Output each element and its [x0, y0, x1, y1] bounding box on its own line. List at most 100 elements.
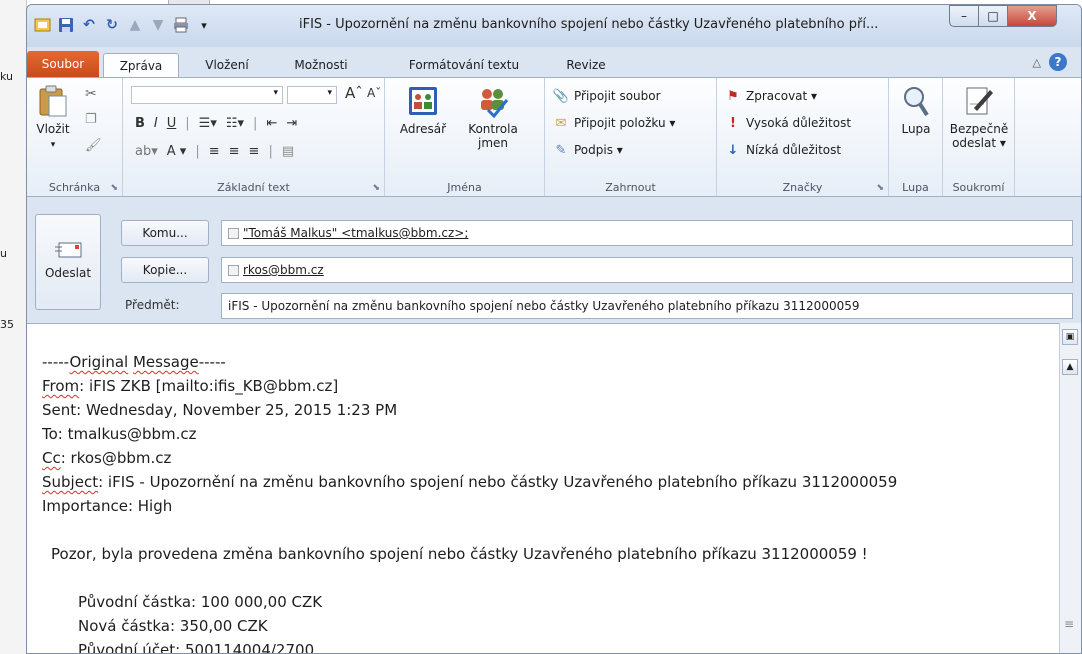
- paperclip-icon: 📎: [552, 88, 570, 104]
- format-row-2: ab▾ A ▾ | ≡ ≡ ≡ | ▤: [135, 144, 294, 159]
- magnifier-icon: [904, 87, 929, 117]
- tab-file[interactable]: Soubor: [27, 51, 99, 77]
- attach-file-button[interactable]: 📎 Připojit soubor: [553, 88, 661, 104]
- save-icon[interactable]: [56, 15, 76, 35]
- group-label-zoom: Lupa: [902, 181, 929, 194]
- scrollbar-grip-icon[interactable]: ≡: [1064, 617, 1074, 631]
- group-label-basic-text: Základní text: [217, 181, 290, 194]
- basic-text-launcher-icon[interactable]: ⬊: [372, 183, 380, 193]
- attach-file-label: Připojit soubor: [574, 89, 661, 103]
- body-line: Sent: Wednesday, November 25, 2015 1:23 …: [42, 401, 398, 419]
- up-arrow-icon[interactable]: ▲: [125, 15, 145, 35]
- outlook-app-icon[interactable]: [33, 15, 53, 35]
- group-include: 📎 Připojit soubor ✉ Připojit položku ▾ ✎…: [545, 78, 717, 196]
- customize-toolbar-icon[interactable]: ▾: [194, 15, 214, 35]
- print-icon[interactable]: [171, 15, 191, 35]
- underline-button[interactable]: U: [167, 116, 177, 131]
- address-book-button[interactable]: Adresář: [395, 84, 451, 136]
- ribbon-tabs: Soubor Zpráva Vložení Možnosti Formátová…: [27, 47, 1081, 77]
- message-body[interactable]: -----Original Message----- From: iFIS ZK…: [27, 323, 1059, 653]
- font-name-box[interactable]: ▾: [131, 86, 283, 104]
- tab-insert[interactable]: Vložení: [191, 53, 263, 77]
- zoom-button[interactable]: Lupa: [893, 84, 939, 136]
- tags-launcher-icon[interactable]: ⬊: [876, 183, 884, 193]
- check-names-button[interactable]: Kontrola jmen: [457, 84, 529, 150]
- check-names-icon: [481, 89, 509, 118]
- maximize-button[interactable]: □: [978, 5, 1008, 27]
- clipboard-launcher-icon[interactable]: ⬊: [110, 183, 118, 193]
- group-names: Adresář Kontrola jmen Jména: [385, 78, 545, 196]
- check-names-label-1: Kontrola: [468, 122, 518, 136]
- clear-formatting-icon[interactable]: ▤: [282, 144, 294, 159]
- follow-up-button[interactable]: ⚑ Zpracovat ▾: [725, 88, 817, 104]
- cc-field[interactable]: rkos@bbm.cz: [221, 257, 1073, 283]
- body-line: -----Original Message-----: [42, 353, 226, 371]
- grow-font-icon[interactable]: Aˆ: [345, 84, 363, 102]
- signature-label: Podpis ▾: [574, 143, 623, 157]
- scroll-up-icon[interactable]: ▲: [1062, 359, 1078, 375]
- group-privacy: Bezpečně odeslat ▾ Soukromí: [943, 78, 1015, 196]
- cut-icon[interactable]: ✂: [85, 86, 97, 102]
- message-text: -----Original Message----- From: iFIS ZK…: [42, 350, 897, 653]
- bold-button[interactable]: B: [135, 116, 145, 131]
- paste-button[interactable]: Vložit ▾: [31, 84, 75, 152]
- tab-format-text[interactable]: Formátování textu: [389, 53, 539, 77]
- align-left-icon[interactable]: ≡: [209, 144, 220, 159]
- check-names-label-2: jmen: [477, 136, 508, 150]
- background-text: u: [0, 247, 7, 260]
- attach-item-button[interactable]: ✉ Připojit položku ▾: [553, 115, 676, 131]
- subject-label: Předmět:: [125, 298, 180, 312]
- copy-icon[interactable]: ❐: [85, 112, 97, 127]
- to-recipient[interactable]: "Tomáš Malkus" <tmalkus@bbm.cz>;: [243, 226, 468, 240]
- cc-button[interactable]: Kopie...: [121, 257, 209, 283]
- body-line: Importance: High: [42, 497, 173, 515]
- low-importance-button[interactable]: ↓ Nízká důležitost: [725, 142, 842, 158]
- high-importance-button[interactable]: ! Vysoká důležitost: [725, 115, 851, 131]
- separator: |: [268, 144, 273, 159]
- tab-message[interactable]: Zpráva: [103, 53, 179, 77]
- minimize-ribbon-icon[interactable]: △: [1033, 56, 1041, 69]
- signature-button[interactable]: ✎ Podpis ▾: [553, 142, 623, 158]
- group-label-privacy: Soukromí: [952, 181, 1005, 194]
- separator: |: [195, 144, 200, 159]
- bullets-icon[interactable]: ☰▾: [199, 116, 217, 131]
- decrease-indent-icon[interactable]: ⇤: [266, 116, 277, 131]
- numbering-icon[interactable]: ☷▾: [226, 116, 244, 131]
- address-book-label: Adresář: [399, 122, 447, 136]
- increase-indent-icon[interactable]: ⇥: [286, 116, 297, 131]
- font-color-button[interactable]: A ▾: [167, 144, 187, 159]
- down-arrow-icon: ↓: [727, 142, 739, 158]
- send-button[interactable]: Odeslat: [35, 214, 101, 310]
- to-field[interactable]: "Tomáš Malkus" <tmalkus@bbm.cz>;: [221, 220, 1073, 246]
- font-size-box[interactable]: ▾: [287, 86, 337, 104]
- subject-field[interactable]: iFIS - Upozornění na změnu bankovního sp…: [221, 293, 1073, 319]
- down-arrow-icon[interactable]: ▼: [148, 15, 168, 35]
- vertical-scrollbar[interactable]: ▣ ▲ ≡: [1059, 323, 1081, 653]
- italic-button[interactable]: I: [154, 116, 158, 131]
- undo-icon[interactable]: ↶: [79, 15, 99, 35]
- background-text: 35: [0, 318, 14, 331]
- body-line: Cc: rkos@bbm.cz: [42, 449, 172, 467]
- secure-send-icon: [966, 87, 993, 115]
- recipient-checkbox: [228, 265, 239, 276]
- view-toggle-icon[interactable]: ▣: [1062, 329, 1078, 345]
- separator: |: [185, 116, 190, 131]
- cc-recipient[interactable]: rkos@bbm.cz: [243, 263, 324, 277]
- shrink-font-icon[interactable]: Aˇ: [367, 86, 381, 100]
- format-painter-icon[interactable]: 🖌: [85, 138, 102, 153]
- to-button[interactable]: Komu...: [121, 220, 209, 246]
- align-right-icon[interactable]: ≡: [249, 144, 260, 159]
- body-line: Původní částka: 100 000,00 CZK: [78, 593, 323, 611]
- tab-review[interactable]: Revize: [555, 53, 617, 77]
- tab-options[interactable]: Možnosti: [281, 53, 361, 77]
- redo-icon[interactable]: ↻: [102, 15, 122, 35]
- minimize-button[interactable]: –: [949, 5, 979, 27]
- help-icon[interactable]: ?: [1049, 53, 1067, 71]
- secure-send-button[interactable]: Bezpečně odeslat ▾: [947, 84, 1011, 150]
- highlight-icon[interactable]: ab▾: [135, 144, 158, 159]
- body-line: From: iFIS ZKB [mailto:ifis_KB@bbm.cz]: [42, 377, 339, 395]
- close-button[interactable]: X: [1007, 5, 1057, 27]
- align-center-icon[interactable]: ≡: [229, 144, 240, 159]
- send-label: Odeslat: [44, 266, 92, 280]
- format-row-1: B I U | ☰▾ ☷▾ | ⇤ ⇥: [135, 116, 297, 131]
